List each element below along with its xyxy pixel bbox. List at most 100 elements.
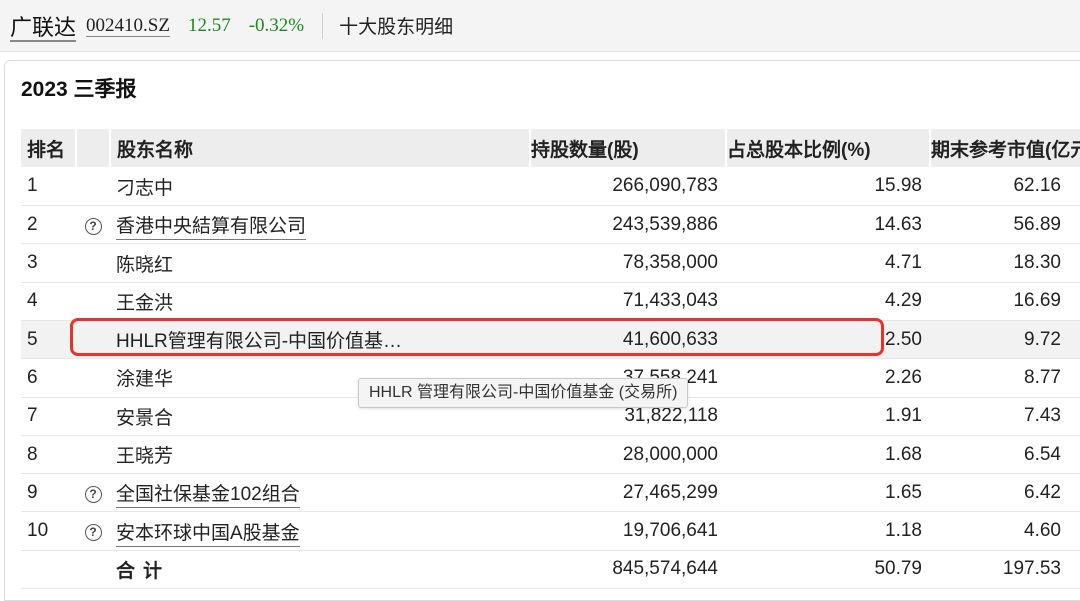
market-value-cell: 56.89 xyxy=(930,205,1080,245)
help-cell xyxy=(76,320,110,360)
shares-cell: 27,465,299 xyxy=(530,473,726,513)
ratio-cell: 1.65 xyxy=(726,473,930,513)
help-cell: ? xyxy=(76,205,110,245)
total-ratio: 50.79 xyxy=(726,550,930,590)
table-row[interactable]: 3 陈晓红 78,358,000 4.71 18.30 xyxy=(21,243,1080,283)
rank-cell: 4 xyxy=(21,282,76,321)
shares-cell: 78,358,000 xyxy=(530,243,726,283)
column-header-rank: 排名 xyxy=(21,129,77,168)
total-label: 合计 xyxy=(110,550,530,590)
holder-name-cell: 王晓芳 xyxy=(110,435,530,475)
rank-cell: 5 xyxy=(21,320,76,360)
holder-name-cell: 刁志中 xyxy=(110,167,530,207)
table-row[interactable]: 5 HHLR管理有限公司-中国价值基… 41,600,633 2.50 9.72 xyxy=(21,320,1080,360)
holder-name: 涂建华 xyxy=(116,369,174,391)
stock-change: -0.32% xyxy=(248,14,305,36)
table-row[interactable]: 10? 安本环球中国A股基金 19,706,641 1.18 4.60 xyxy=(21,511,1080,551)
rank-cell: 6 xyxy=(21,358,76,398)
shares-cell: 19,706,641 xyxy=(530,511,726,551)
total-label-text: 合计 xyxy=(116,560,171,582)
help-cell xyxy=(76,435,110,475)
total-shares: 845,574,644 xyxy=(530,550,726,590)
ratio-cell: 14.63 xyxy=(726,205,930,245)
holder-name-cell: HHLR管理有限公司-中国价值基… xyxy=(110,320,530,360)
stock-code-link[interactable]: 002410.SZ xyxy=(86,15,170,37)
holder-name-cell: 安本环球中国A股基金 xyxy=(110,511,530,551)
rank-cell: 3 xyxy=(21,243,76,283)
report-period-title: 2023 三季报 xyxy=(21,78,137,101)
column-header-holder-name: 股东名称 xyxy=(110,129,531,168)
total-market-value: 197.53 xyxy=(930,550,1080,590)
table-row[interactable]: 4 王金洪 71,433,043 4.29 16.69 xyxy=(21,282,1080,321)
rank-cell: 7 xyxy=(21,397,76,436)
holder-name: 王晓芳 xyxy=(116,446,174,468)
help-cell xyxy=(76,243,110,283)
ratio-cell: 4.29 xyxy=(726,282,930,321)
help-cell: ? xyxy=(76,511,110,551)
market-value-cell: 9.72 xyxy=(930,320,1080,360)
holder-name: 陈晓红 xyxy=(116,254,174,276)
help-cell xyxy=(76,358,110,398)
header-divider xyxy=(322,12,324,39)
holder-name-link[interactable]: 安本环球中国A股基金 xyxy=(116,522,300,547)
holder-name-cell: 王金洪 xyxy=(110,282,530,321)
total-help-cell xyxy=(76,550,110,590)
market-value-cell: 4.60 xyxy=(930,511,1080,551)
column-header-market-value: 期末参考市值(亿元) xyxy=(930,129,1080,168)
holder-name-cell: 陈晓红 xyxy=(110,243,530,283)
holder-name-cell: 香港中央結算有限公司 xyxy=(110,205,530,245)
holder-name-tooltip: HHLR 管理有限公司-中国价值基金 (交易所) xyxy=(358,378,689,408)
shares-cell: 71,433,043 xyxy=(530,282,726,321)
rank-cell: 8 xyxy=(21,435,76,475)
holder-name-cell: 全国社保基金102组合 xyxy=(110,473,530,513)
ratio-cell: 2.26 xyxy=(726,358,930,398)
question-mark-icon[interactable]: ? xyxy=(84,217,102,235)
stock-name-link[interactable]: 广联达 xyxy=(10,10,76,42)
holder-name: 王金洪 xyxy=(116,292,174,314)
market-value-cell: 8.77 xyxy=(930,358,1080,398)
column-header-shares: 持股数量(股) xyxy=(530,129,727,168)
shareholders-panel: 2023 三季报 排名 股东名称 持股数量(股) 占总股本比例(%) 期末参考市… xyxy=(4,60,1080,601)
ratio-cell: 1.91 xyxy=(726,397,930,436)
help-cell: ? xyxy=(76,473,110,513)
ratio-cell: 1.68 xyxy=(726,435,930,475)
ratio-cell: 4.71 xyxy=(726,243,930,283)
ratio-cell: 2.50 xyxy=(726,320,930,360)
holder-name: 刁志中 xyxy=(116,177,174,199)
column-header-help xyxy=(76,129,111,168)
total-rank-cell xyxy=(21,550,76,590)
rank-cell: 9 xyxy=(21,473,76,513)
shares-cell: 41,600,633 xyxy=(530,320,726,360)
holder-name-link[interactable]: 香港中央結算有限公司 xyxy=(116,216,307,241)
shares-cell: 243,539,886 xyxy=(530,205,726,245)
holder-name: 安景合 xyxy=(116,407,174,429)
market-value-cell: 16.69 xyxy=(930,282,1080,321)
question-mark-icon[interactable]: ? xyxy=(84,485,102,503)
table-row[interactable]: 9? 全国社保基金102组合 27,465,299 1.65 6.42 xyxy=(21,473,1080,513)
table-row[interactable]: 8 王晓芳 28,000,000 1.68 6.54 xyxy=(21,435,1080,475)
market-value-cell: 6.54 xyxy=(930,435,1080,475)
holder-name: HHLR管理有限公司-中国价值基… xyxy=(116,331,403,353)
table-row[interactable]: 2? 香港中央結算有限公司 243,539,886 14.63 56.89 xyxy=(21,205,1080,245)
table-header-row: 排名 股东名称 持股数量(股) 占总股本比例(%) 期末参考市值(亿元) xyxy=(21,129,1080,168)
top-shareholders-table: 排名 股东名称 持股数量(股) 占总股本比例(%) 期末参考市值(亿元) 1 刁志… xyxy=(21,129,1080,590)
holder-name-link[interactable]: 全国社保基金102组合 xyxy=(116,484,300,509)
table-body: 1 刁志中 266,090,783 15.98 62.16 2? 香港中央結算有限公司 243… xyxy=(21,167,1080,551)
rank-cell: 10 xyxy=(21,511,76,551)
page-title: 十大股东明细 xyxy=(339,17,454,38)
shares-cell: 266,090,783 xyxy=(530,167,726,207)
rank-cell: 2 xyxy=(21,205,76,245)
stock-price: 12.57 xyxy=(187,14,231,36)
table-total-row: 合计 845,574,644 50.79 197.53 xyxy=(21,550,1080,590)
column-header-ratio: 占总股本比例(%) xyxy=(726,129,931,168)
ratio-cell: 15.98 xyxy=(726,167,930,207)
ratio-cell: 1.18 xyxy=(726,511,930,551)
stock-header-bar: 广联达 002410.SZ 12.57 -0.32% 十大股东明细 xyxy=(0,0,1080,52)
rank-cell: 1 xyxy=(21,167,76,207)
market-value-cell: 62.16 xyxy=(930,167,1080,207)
help-cell xyxy=(76,167,110,207)
market-value-cell: 18.30 xyxy=(930,243,1080,283)
table-row[interactable]: 1 刁志中 266,090,783 15.98 62.16 xyxy=(21,167,1080,207)
question-mark-icon[interactable]: ? xyxy=(84,524,102,542)
market-value-cell: 6.42 xyxy=(930,473,1080,513)
